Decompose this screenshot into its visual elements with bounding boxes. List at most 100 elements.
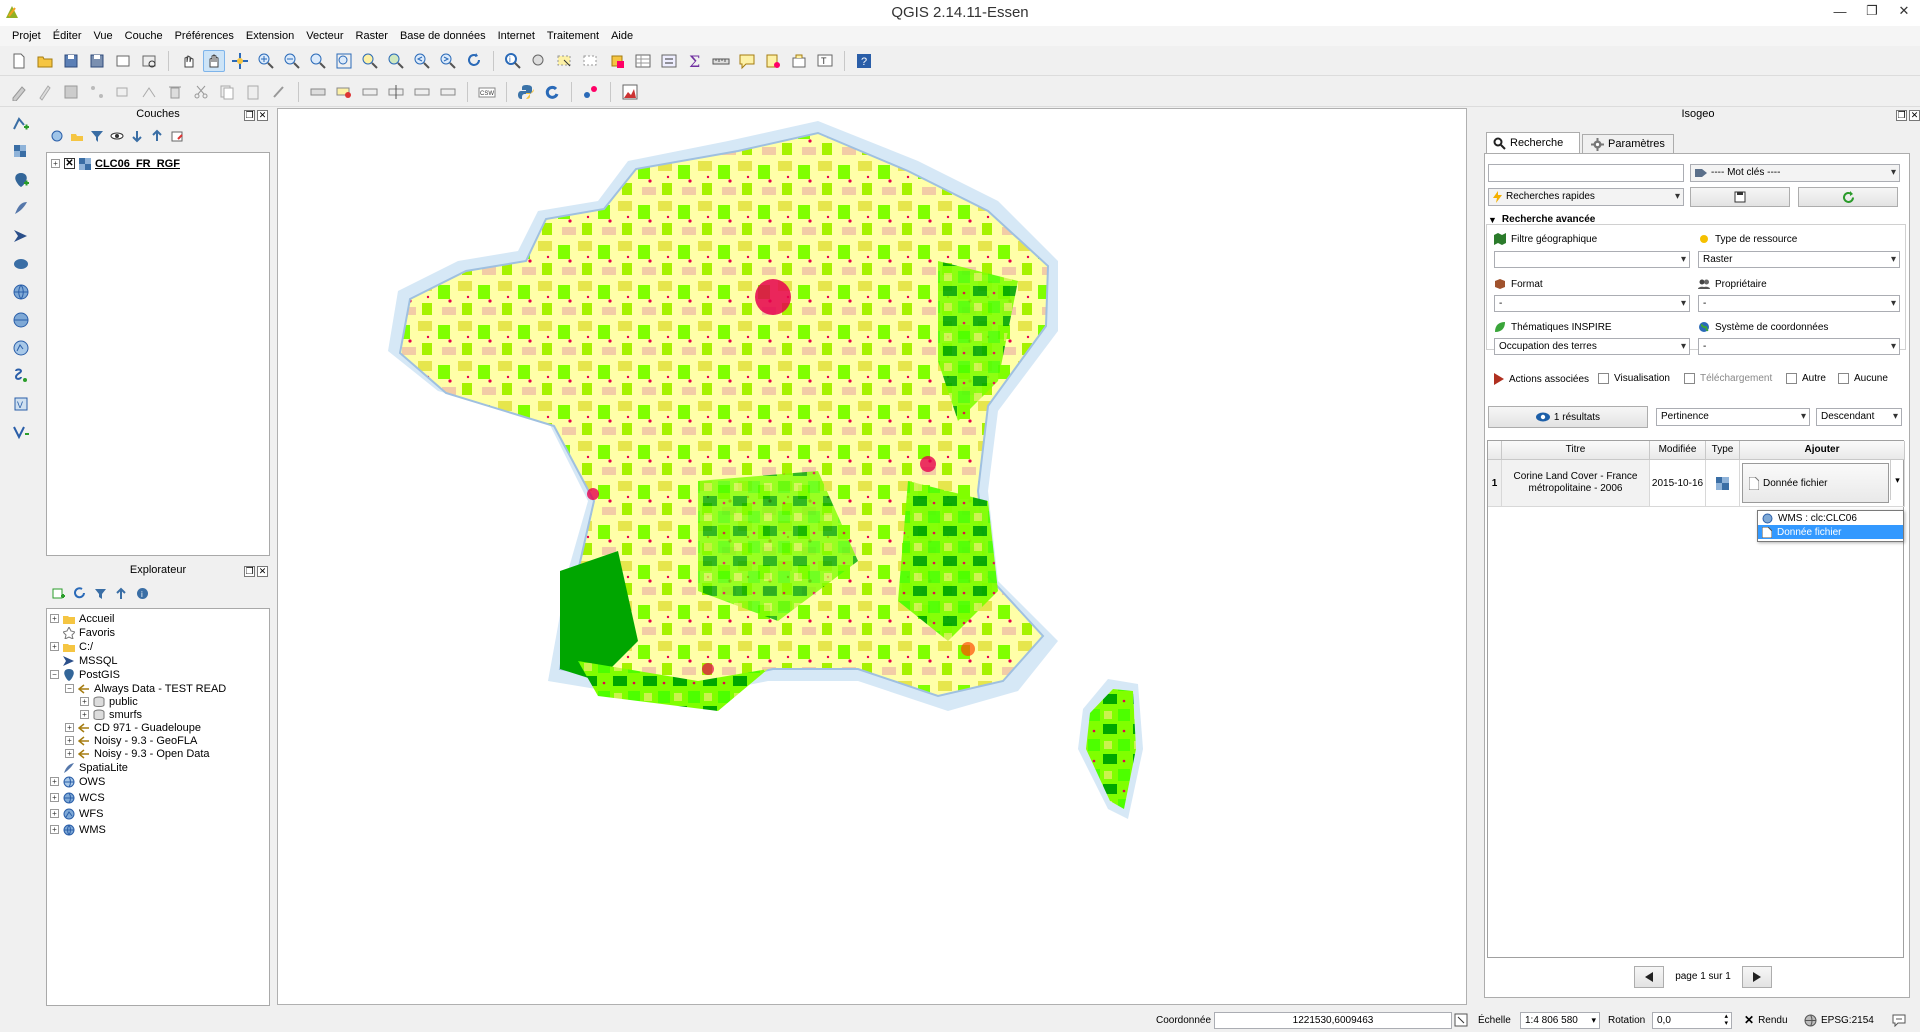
expand-all-icon[interactable] bbox=[130, 129, 144, 143]
search-input[interactable] bbox=[1488, 164, 1684, 182]
collapse-all-icon[interactable] bbox=[150, 129, 164, 143]
zoom-native-icon[interactable] bbox=[307, 50, 329, 72]
browser-item-wms[interactable]: + WMS bbox=[50, 823, 106, 836]
browser-item-postgis[interactable]: − PostGIS bbox=[50, 668, 120, 681]
add-vector-layer-icon[interactable] bbox=[9, 112, 33, 135]
autre-checkbox[interactable]: Autre bbox=[1786, 373, 1826, 384]
zoom-in-icon[interactable] bbox=[255, 50, 277, 72]
browser-item-public[interactable]: + public bbox=[80, 695, 138, 708]
add-selected-layers-icon[interactable] bbox=[52, 587, 65, 600]
next-page-button[interactable] bbox=[1742, 966, 1772, 988]
show-results-button[interactable]: 1 résultats bbox=[1488, 406, 1648, 428]
browser-item-accueil[interactable]: + Accueil bbox=[50, 612, 114, 625]
statistics-icon[interactable]: Σ bbox=[684, 50, 706, 72]
menu-editer[interactable]: Éditer bbox=[47, 30, 88, 42]
isogeo-float-button[interactable]: ❐ bbox=[1896, 110, 1907, 121]
current-edits-icon[interactable] bbox=[8, 81, 30, 103]
browser-refresh-icon[interactable] bbox=[73, 586, 86, 600]
add-raster-layer-icon[interactable] bbox=[9, 140, 33, 163]
label-tool-icon[interactable] bbox=[307, 81, 329, 103]
telechargement-checkbox[interactable]: Téléchargement bbox=[1684, 373, 1772, 384]
zoom-next-icon[interactable] bbox=[437, 50, 459, 72]
close-button[interactable]: ✕ bbox=[1888, 0, 1920, 22]
previous-page-button[interactable] bbox=[1634, 966, 1664, 988]
menu-vecteur[interactable]: Vecteur bbox=[300, 30, 349, 42]
text-annotation-icon[interactable]: T bbox=[814, 50, 836, 72]
delete-selected-icon[interactable] bbox=[164, 81, 186, 103]
browser-close-button[interactable]: ✕ bbox=[257, 566, 268, 577]
save-project-icon[interactable] bbox=[60, 50, 82, 72]
crs-button[interactable]: EPSG:2154 bbox=[1804, 1011, 1874, 1029]
add-wcs-layer-icon[interactable] bbox=[9, 308, 33, 331]
tab-recherche[interactable]: Recherche bbox=[1486, 132, 1580, 153]
add-mssql-layer-icon[interactable] bbox=[9, 224, 33, 247]
save-as-icon[interactable] bbox=[86, 50, 108, 72]
isogeo-close-button[interactable]: ✕ bbox=[1909, 110, 1920, 121]
scale-select[interactable]: 1:4 806 580 ▾ bbox=[1520, 1011, 1600, 1029]
filter-legend-icon[interactable] bbox=[90, 129, 104, 143]
bookmark-icon[interactable] bbox=[762, 50, 784, 72]
layers-close-button[interactable]: ✕ bbox=[257, 110, 268, 121]
add-delimited-text-icon[interactable] bbox=[9, 364, 33, 387]
rotation-spinbox[interactable]: 0,0 ▴ ▾ bbox=[1652, 1011, 1732, 1029]
restore-button[interactable]: ❐ bbox=[1856, 0, 1888, 22]
touch-zoom-pan-icon[interactable] bbox=[177, 50, 199, 72]
keywords-select[interactable]: ---- Mot clés ---- bbox=[1690, 164, 1900, 182]
map-tips-icon[interactable] bbox=[736, 50, 758, 72]
menu-base-de-donnees[interactable]: Base de données bbox=[394, 30, 492, 42]
pan-map-icon[interactable] bbox=[203, 49, 225, 72]
layer-visibility-checkbox[interactable]: ✕ bbox=[64, 158, 75, 169]
menu-extension[interactable]: Extension bbox=[240, 30, 300, 42]
browser-item-cd971[interactable]: + CD 971 - Guadeloupe bbox=[65, 721, 201, 734]
dropdown-option-wms[interactable]: WMS : clc:CLC06 bbox=[1758, 511, 1903, 525]
undo-label-icon[interactable] bbox=[268, 81, 290, 103]
select-features-icon[interactable] bbox=[554, 50, 576, 72]
sort-by-select[interactable]: Pertinence bbox=[1656, 408, 1810, 426]
add-layer-dropdown-arrow[interactable]: ▾ bbox=[1890, 460, 1904, 500]
node-tool-icon[interactable] bbox=[138, 81, 160, 103]
cut-features-icon[interactable] bbox=[190, 81, 212, 103]
paste-features-icon[interactable] bbox=[242, 81, 264, 103]
tab-parametres[interactable]: Paramètres bbox=[1582, 134, 1674, 153]
select-by-expression-icon[interactable] bbox=[606, 50, 628, 72]
toggle-extents-button[interactable] bbox=[1454, 1011, 1468, 1029]
menu-projet[interactable]: Projet bbox=[6, 30, 47, 42]
new-layer-icon[interactable] bbox=[9, 420, 33, 443]
column-header-type[interactable]: Type bbox=[1706, 441, 1740, 460]
browser-item-wfs[interactable]: + WFS bbox=[50, 807, 103, 820]
menu-couche[interactable]: Couche bbox=[119, 30, 169, 42]
measure-icon[interactable] bbox=[710, 50, 732, 72]
column-header-ajouter[interactable]: Ajouter bbox=[1740, 441, 1905, 460]
expand-toggle[interactable]: + bbox=[51, 159, 60, 168]
add-postgis-layer-icon[interactable] bbox=[9, 168, 33, 191]
help-icon[interactable]: ? bbox=[853, 50, 875, 72]
browser-float-button[interactable]: ❐ bbox=[244, 566, 255, 577]
browser-collapse-icon[interactable] bbox=[115, 587, 128, 600]
rotate-label-icon[interactable] bbox=[411, 81, 433, 103]
show-hide-labels-icon[interactable] bbox=[359, 81, 381, 103]
menu-aide[interactable]: Aide bbox=[605, 30, 639, 42]
coordinate-field[interactable]: 1221530,6009463 bbox=[1214, 1011, 1452, 1029]
browser-item-mssql[interactable]: MSSQL bbox=[63, 654, 118, 667]
georeferencer-icon[interactable] bbox=[580, 81, 602, 103]
minimize-button[interactable]: — bbox=[1824, 0, 1856, 22]
browser-filter-icon[interactable] bbox=[94, 587, 107, 600]
result-title[interactable]: Corine Land Cover - France métropolitain… bbox=[1502, 460, 1650, 507]
browser-item-smurfs[interactable]: + smurfs bbox=[80, 708, 142, 721]
add-wms-layer-icon[interactable] bbox=[9, 280, 33, 303]
zoom-out-icon[interactable] bbox=[281, 50, 303, 72]
save-search-button[interactable] bbox=[1690, 187, 1790, 207]
browser-item-noisy-geofla[interactable]: + Noisy - 9.3 - GeoFLA bbox=[65, 734, 197, 747]
menu-internet[interactable]: Internet bbox=[492, 30, 541, 42]
attribute-table-icon[interactable] bbox=[632, 50, 654, 72]
add-oracle-layer-icon[interactable] bbox=[9, 252, 33, 275]
save-edits-icon[interactable] bbox=[60, 81, 82, 103]
browser-properties-icon[interactable]: i bbox=[136, 587, 149, 600]
refresh-icon[interactable] bbox=[463, 50, 485, 72]
manage-visibility-icon[interactable] bbox=[110, 129, 124, 143]
toggle-editing-icon[interactable] bbox=[34, 81, 56, 103]
layer-row[interactable]: + ✕ CLC06_FR_RGF bbox=[51, 157, 180, 170]
zoom-full-icon[interactable] bbox=[333, 50, 355, 72]
browser-item-favoris[interactable]: Favoris bbox=[63, 626, 115, 639]
browser-item-noisy-opendata[interactable]: + Noisy - 9.3 - Open Data bbox=[65, 747, 210, 760]
